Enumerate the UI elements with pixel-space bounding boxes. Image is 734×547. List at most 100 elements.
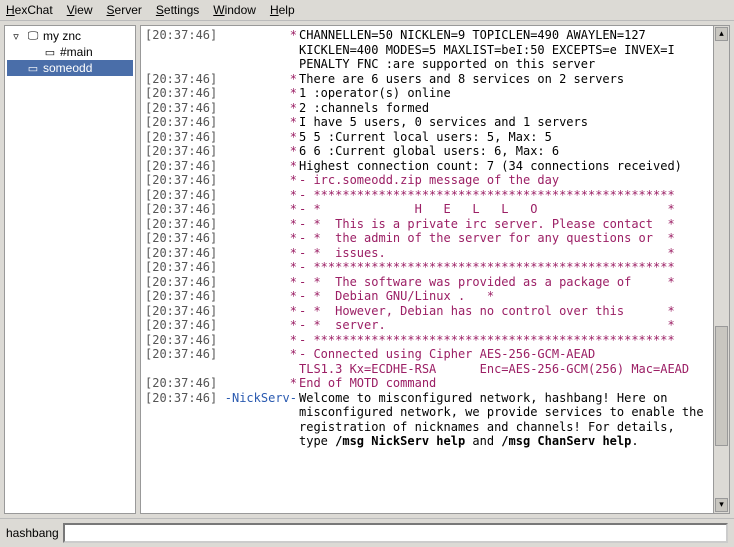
menu-window[interactable]: Window [213,3,256,17]
timestamp: [20:37:46] [145,318,219,333]
msg-text: - * the admin of the server for any ques… [299,231,709,246]
msg-marker: * [219,86,299,101]
timestamp: [20:37:46] [145,246,219,261]
msg-marker: * [219,144,299,159]
chat-line: [20:37:46]*CHANNELLEN=50 NICKLEN=9 TOPIC… [145,28,709,72]
tree-channel[interactable]: ▭ #main [7,44,133,60]
chat-line: [20:37:46]*- * However, Debian has no co… [145,304,709,319]
timestamp: [20:37:46] [145,28,219,72]
menu-view[interactable]: View [67,3,93,17]
chat-line: [20:37:46]*- * issues. * [145,246,709,261]
msg-text: - * server. * [299,318,709,333]
chat-line: [20:37:46]*1 :operator(s) online [145,86,709,101]
timestamp: [20:37:46] [145,72,219,87]
msg-text: CHANNELLEN=50 NICKLEN=9 TOPICLEN=490 AWA… [299,28,709,72]
msg-text: 5 5 :Current local users: 5, Max: 5 [299,130,709,145]
msg-marker: * [219,260,299,275]
message-input[interactable] [63,523,728,543]
menubar: HexChat View Server Settings Window Help [0,0,734,21]
msg-marker: * [219,231,299,246]
tree-server[interactable]: ▿ 🖵 my znc [7,28,133,44]
timestamp: [20:37:46] [145,289,219,304]
chat-line: [20:37:46]*- * server. * [145,318,709,333]
nick-label[interactable]: hashbang [6,526,59,540]
vertical-scrollbar[interactable]: ▴ ▾ [714,25,730,514]
tree-query-selected[interactable]: ▭ someodd [7,60,133,76]
chat-line: [20:37:46]*- Connected using Cipher AES-… [145,347,709,376]
msg-marker: * [219,28,299,72]
timestamp: [20:37:46] [145,159,219,174]
msg-text: - * H E L L O * [299,202,709,217]
menu-settings[interactable]: Settings [156,3,199,17]
chat-line: [20:37:46]*End of MOTD command [145,376,709,391]
msg-text: - **************************************… [299,260,709,275]
chat-buffer[interactable]: [20:37:46]*CHANNELLEN=50 NICKLEN=9 TOPIC… [140,25,714,514]
chat-line: [20:37:46]*There are 6 users and 8 servi… [145,72,709,87]
msg-text: 1 :operator(s) online [299,86,709,101]
menu-hexchat[interactable]: HexChat [6,3,53,17]
msg-marker: * [219,217,299,232]
msg-text: - * issues. * [299,246,709,261]
timestamp: [20:37:46] [145,101,219,116]
chat-wrap: [20:37:46]*CHANNELLEN=50 NICKLEN=9 TOPIC… [140,25,730,514]
scroll-thumb[interactable] [715,326,728,446]
msg-marker: * [219,159,299,174]
msg-marker: * [219,246,299,261]
timestamp: [20:37:46] [145,144,219,159]
chat-line: [20:37:46]*2 :channels formed [145,101,709,116]
msg-text: I have 5 users, 0 services and 1 servers [299,115,709,130]
chat-line: [20:37:46]*- ***************************… [145,188,709,203]
timestamp: [20:37:46] [145,217,219,232]
msg-text: There are 6 users and 8 services on 2 se… [299,72,709,87]
msg-text: End of MOTD command [299,376,709,391]
timestamp: [20:37:46] [145,231,219,246]
chat-line: [20:37:46]*- ***************************… [145,333,709,348]
chat-line: [20:37:46]*- ***************************… [145,260,709,275]
msg-text: - **************************************… [299,333,709,348]
timestamp: [20:37:46] [145,333,219,348]
chat-line: [20:37:46]*- * This is a private irc ser… [145,217,709,232]
menu-server[interactable]: Server [107,3,142,17]
msg-text: - * Debian GNU/Linux . * [299,289,709,304]
msg-marker: * [219,304,299,319]
chat-line: [20:37:46]*- * The software was provided… [145,275,709,290]
chat-line: [20:37:46]*6 6 :Current global users: 6,… [145,144,709,159]
channel-icon: ▭ [43,46,57,59]
timestamp: [20:37:46] [145,260,219,275]
msg-marker: * [219,347,299,376]
timestamp: [20:37:46] [145,115,219,130]
msg-marker: * [219,173,299,188]
msg-text: 2 :channels formed [299,101,709,116]
chat-line: [20:37:46]*5 5 :Current local users: 5, … [145,130,709,145]
timestamp: [20:37:46] [145,275,219,290]
timestamp: [20:37:46] [145,130,219,145]
timestamp: [20:37:46] [145,304,219,319]
scroll-up-button[interactable]: ▴ [715,27,728,41]
chat-line: [20:37:46]*- * H E L L O * [145,202,709,217]
scroll-down-button[interactable]: ▾ [715,498,728,512]
msg-marker: -NickServ- [219,391,299,449]
tree-server-label: my znc [43,29,81,43]
msg-marker: * [219,72,299,87]
msg-marker: * [219,130,299,145]
chat-line: [20:37:46]*I have 5 users, 0 services an… [145,115,709,130]
input-bar: hashbang [0,518,734,546]
msg-marker: * [219,318,299,333]
msg-text: - **************************************… [299,188,709,203]
timestamp: [20:37:46] [145,376,219,391]
msg-text: - irc.someodd.zip message of the day [299,173,709,188]
server-tree[interactable]: ▿ 🖵 my znc ▭ #main ▭ someodd [4,25,136,514]
timestamp: [20:37:46] [145,347,219,376]
timestamp: [20:37:46] [145,202,219,217]
msg-text: - * The software was provided as a packa… [299,275,709,290]
collapse-icon: ▿ [9,30,23,43]
menu-help[interactable]: Help [270,3,295,17]
msg-text: Welcome to misconfigured network, hashba… [299,391,709,449]
tree-query-label: someodd [43,61,92,75]
timestamp: [20:37:46] [145,188,219,203]
query-icon: ▭ [26,62,40,75]
msg-marker: * [219,289,299,304]
main-area: ▿ 🖵 my znc ▭ #main ▭ someodd [20:37:46]*… [0,21,734,518]
tree-channel-label: #main [60,45,93,59]
chat-line: [20:37:46]*Highest connection count: 7 (… [145,159,709,174]
